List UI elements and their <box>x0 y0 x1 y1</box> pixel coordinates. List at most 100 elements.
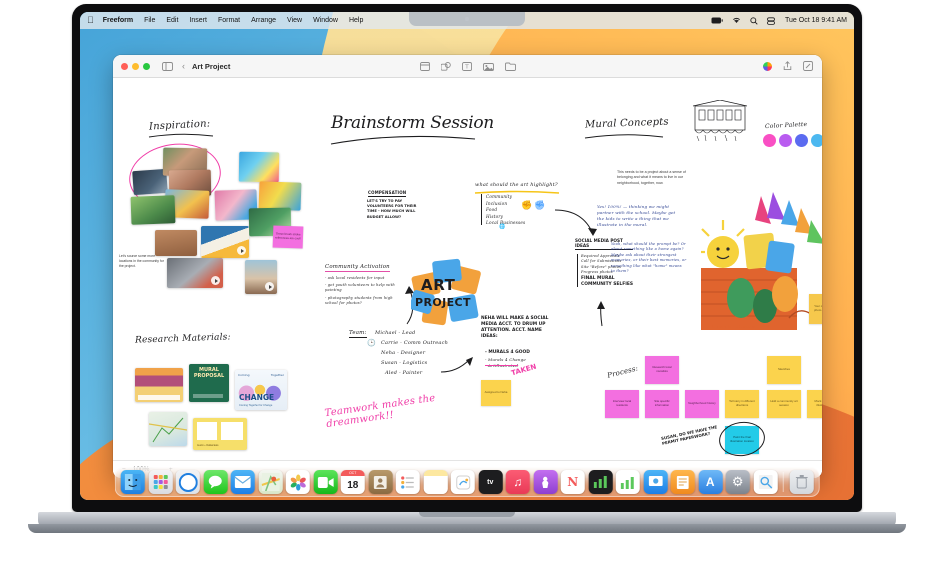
dock-item-tv[interactable]: tv <box>478 470 503 494</box>
control-center-icon[interactable] <box>767 16 775 25</box>
minimize-button[interactable] <box>132 62 139 70</box>
tv-label: tv <box>487 478 494 486</box>
dock-item-mail[interactable] <box>230 470 255 494</box>
traffic-lights[interactable] <box>121 62 150 70</box>
building-sketch[interactable] <box>691 100 749 142</box>
process-sticky[interactable]: Interview local residents <box>605 390 639 418</box>
color-swatch-pink[interactable] <box>763 134 776 147</box>
process-sticky[interactable]: Neighborhood history <box>685 390 719 418</box>
dock-item-appstore[interactable]: A <box>698 470 723 494</box>
media-icon[interactable] <box>482 62 494 71</box>
menu-bar[interactable]:  Freeform File Edit Insert Format Arran… <box>80 12 854 29</box>
dock-item-finder[interactable] <box>120 470 145 494</box>
play-icon[interactable] <box>211 276 220 285</box>
dock-item-facetime[interactable] <box>313 470 338 494</box>
sticky-note-photo-placeholder[interactable]: Your mural photo here <box>809 294 822 324</box>
research-doc-mural-proposal[interactable]: MURAL PROPOSAL <box>189 364 229 402</box>
dock-item-reminders[interactable] <box>395 470 420 494</box>
process-sticky[interactable]: Site specific information <box>645 390 679 418</box>
zoom-button[interactable] <box>143 62 150 70</box>
dock-item-numbers[interactable] <box>615 470 640 494</box>
mural-note-2: Yeah, what should the prompt be? Or abou… <box>611 242 687 273</box>
play-icon[interactable] <box>237 246 246 255</box>
toolbar-center[interactable]: T <box>419 61 516 71</box>
mural-note-1: Yes! 100%! — thinking we might partner w… <box>597 204 676 227</box>
menu-item-format[interactable]: Format <box>218 17 240 24</box>
dock-item-contacts[interactable] <box>368 470 393 494</box>
share-icon[interactable] <box>783 61 792 71</box>
inspiration-caption: Let's source some more locations in the … <box>119 254 164 268</box>
dock-item-music[interactable]: ♫ <box>505 470 530 494</box>
dock-item-keynote[interactable] <box>643 470 668 494</box>
mural-illustration[interactable] <box>701 190 822 330</box>
shapes-icon[interactable] <box>440 61 451 71</box>
color-swatch-purple[interactable] <box>779 134 792 147</box>
dock-item-stocks[interactable] <box>588 470 613 494</box>
dock-item-podcasts[interactable] <box>533 470 558 494</box>
dock-item-photos[interactable] <box>285 470 310 494</box>
photo-thumbnail[interactable] <box>155 230 197 256</box>
menubar-clock[interactable]: Tue Oct 18 9:41 AM <box>785 17 847 24</box>
research-doc-map[interactable] <box>149 412 187 446</box>
activation-item: - get youth volunteers to help with pain… <box>325 283 395 293</box>
search-icon[interactable] <box>750 16 758 25</box>
process-sticky[interactable]: Tell story in different directions <box>725 390 759 418</box>
sticky-note-icon[interactable] <box>419 61 430 71</box>
process-sticky[interactable]: Research local muralists <box>645 356 679 384</box>
menu-item-help[interactable]: Help <box>349 17 363 24</box>
close-button[interactable] <box>121 62 128 70</box>
menu-item-insert[interactable]: Insert <box>189 17 207 24</box>
highlight-list: Community Inclusion Food History Local B… <box>481 194 525 226</box>
brainstorm-title-underline <box>330 135 476 145</box>
art-reference-thumbnail[interactable] <box>258 181 302 211</box>
dock-item-preview[interactable] <box>753 470 778 494</box>
freeform-canvas[interactable]: Inspiration: These brush stroke referenc… <box>113 78 822 478</box>
battery-icon[interactable] <box>711 17 723 24</box>
dock-item-launchpad[interactable] <box>148 470 173 494</box>
process-sticky[interactable]: Hold a community art session <box>767 390 801 418</box>
dock-item-pages[interactable] <box>670 470 695 494</box>
photo-thumbnail[interactable] <box>130 195 176 225</box>
research-doc-roadtrip[interactable] <box>135 368 183 402</box>
dock[interactable]: OCT 18 tv ♫ N A ⚙ <box>114 467 820 497</box>
sticky-note-assigned[interactable]: Assigned to Neha <box>481 380 511 406</box>
video-thumbnail[interactable] <box>201 226 249 258</box>
process-sticky[interactable]: Sketches <box>767 356 801 384</box>
dock-item-news[interactable]: N <box>560 470 585 494</box>
dock-item-maps[interactable] <box>258 470 283 494</box>
dock-item-calendar[interactable]: OCT 18 <box>340 470 365 494</box>
insert-file-icon[interactable] <box>504 62 516 71</box>
art-project-logo[interactable]: ART PROJECT <box>409 258 485 330</box>
wifi-icon[interactable] <box>732 17 741 24</box>
dock-item-notes[interactable] <box>423 470 448 494</box>
color-swatch-lightblue[interactable] <box>811 134 822 147</box>
text-box-icon[interactable]: T <box>461 61 472 71</box>
dock-item-safari[interactable] <box>175 470 200 494</box>
dock-item-freeform[interactable] <box>450 470 475 494</box>
menu-item-window[interactable]: Window <box>313 17 338 24</box>
video-thumbnail[interactable] <box>167 258 223 288</box>
dock-item-messages[interactable] <box>203 470 228 494</box>
sidebar-toggle-icon[interactable] <box>162 61 173 71</box>
color-palette-swatches[interactable] <box>763 134 822 147</box>
dock-item-trash[interactable] <box>789 470 814 494</box>
color-swatch-blue[interactable] <box>795 134 808 147</box>
art-reference-thumbnail[interactable] <box>238 151 280 183</box>
menu-item-edit[interactable]: Edit <box>166 17 178 24</box>
research-doc-change[interactable]: Coming Together CHANGE Coming Together f… <box>235 370 287 410</box>
sticky-note-brush-refs[interactable]: These brush stroke references are cool! <box>272 225 304 249</box>
menu-item-file[interactable]: File <box>144 17 155 24</box>
apple-logo-icon[interactable]:  <box>87 16 94 25</box>
collaborate-icon[interactable] <box>763 61 772 71</box>
research-doc-eats[interactable]: Austin + Dallas Eats <box>193 418 247 450</box>
play-icon[interactable] <box>265 282 274 291</box>
video-thumbnail[interactable] <box>245 260 277 294</box>
process-sticky[interactable]: Mock up final illustration <box>807 390 822 418</box>
dock-item-settings[interactable]: ⚙ <box>725 470 750 494</box>
menu-item-freeform[interactable]: Freeform <box>103 17 133 24</box>
edit-pen-icon[interactable] <box>803 61 813 71</box>
menu-item-view[interactable]: View <box>287 17 302 24</box>
menu-item-arrange[interactable]: Arrange <box>251 17 276 24</box>
back-chevron-icon[interactable]: ‹ <box>182 61 185 71</box>
toolbar-right[interactable] <box>763 61 813 71</box>
